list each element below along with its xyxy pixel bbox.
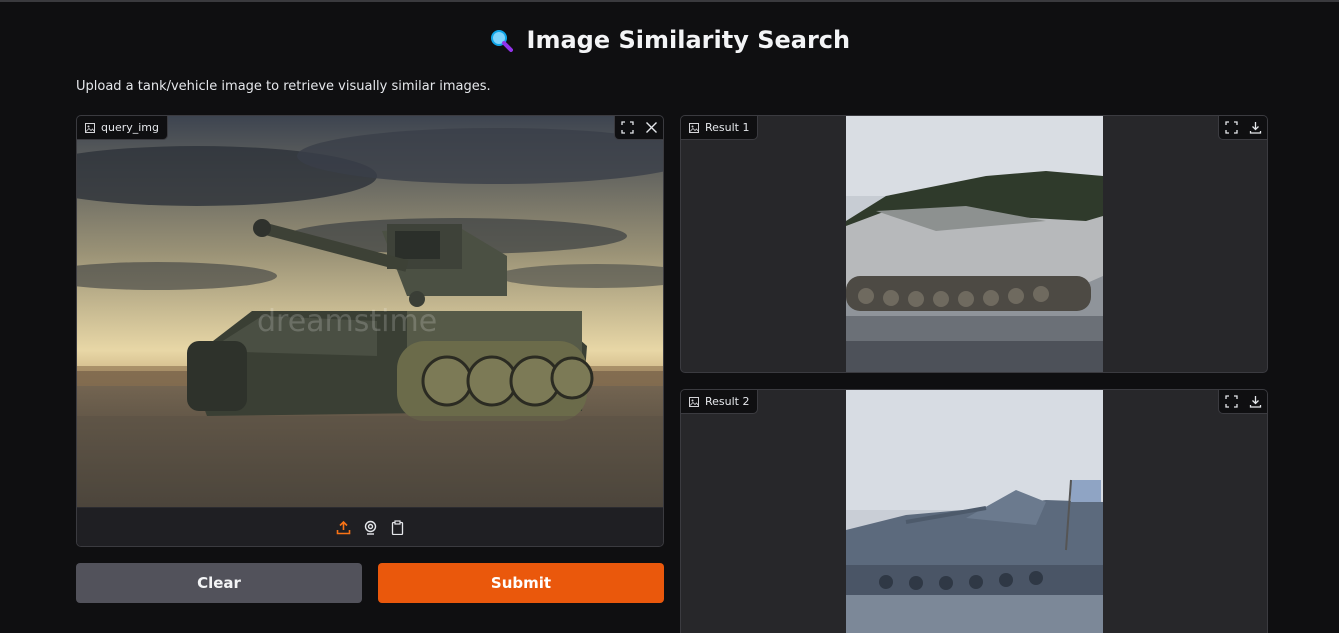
fullscreen-icon[interactable] [615, 116, 639, 140]
page-title-text: Image Similarity Search [526, 26, 851, 54]
result-2-panel: Result 2 [680, 389, 1268, 633]
download-icon[interactable] [1243, 116, 1267, 140]
result-2-image[interactable] [846, 390, 1103, 633]
result-2-label-text: Result 2 [705, 395, 750, 408]
magnifier-icon [489, 29, 521, 54]
webcam-icon[interactable] [363, 520, 378, 535]
download-icon[interactable] [1243, 390, 1267, 414]
clear-button[interactable]: Clear [76, 563, 362, 603]
page-description: Upload a tank/vehicle image to retrieve … [76, 79, 491, 94]
watermark-text: dreamstime [257, 304, 437, 339]
submit-button[interactable]: Submit [378, 563, 664, 603]
clipboard-icon[interactable] [390, 519, 405, 535]
result-1-actions [1218, 116, 1267, 140]
fullscreen-icon[interactable] [1219, 116, 1243, 140]
query-image-label: query_img [77, 116, 169, 140]
image-icon [689, 122, 699, 133]
query-image: dreamstime [77, 116, 663, 507]
image-source-toolbar [77, 507, 663, 546]
image-icon [689, 396, 699, 407]
result-1-label: Result 1 [681, 116, 759, 140]
fullscreen-icon[interactable] [1219, 390, 1243, 414]
result-1-panel: Result 1 [680, 115, 1268, 373]
query-image-label-text: query_img [101, 121, 160, 134]
upload-icon[interactable] [336, 520, 351, 535]
close-icon[interactable] [639, 116, 663, 140]
result-2-label: Result 2 [681, 390, 759, 414]
result-1-image[interactable] [846, 116, 1103, 372]
query-image-panel[interactable]: query_img dreamstime [76, 115, 664, 547]
result-1-label-text: Result 1 [705, 121, 750, 134]
page-title: Image Similarity Search [0, 26, 1339, 54]
query-image-actions [614, 116, 663, 140]
app-page: Image Similarity Search Upload a tank/ve… [0, 2, 1339, 633]
image-icon [85, 122, 95, 133]
result-2-actions [1218, 390, 1267, 414]
